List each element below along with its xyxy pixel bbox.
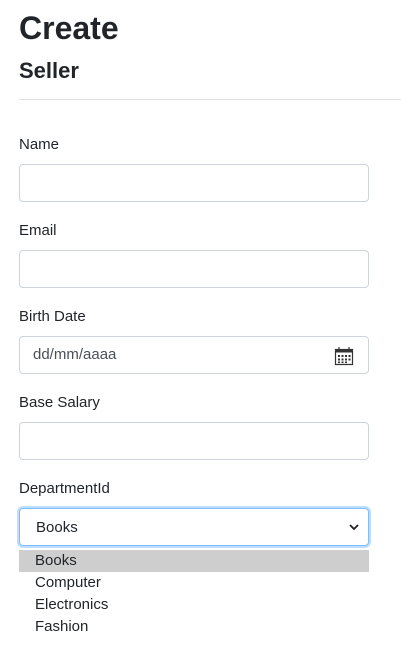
birth-date-label: Birth Date (19, 308, 86, 325)
dropdown-option[interactable]: Fashion (19, 616, 369, 638)
birth-date-placeholder: dd/mm/aaaa (33, 346, 117, 363)
department-selected-value: Books (36, 519, 78, 536)
dropdown-option[interactable]: Books (19, 550, 369, 572)
name-input[interactable] (19, 164, 369, 202)
dropdown-option[interactable]: Electronics (19, 594, 369, 616)
name-label: Name (19, 136, 60, 153)
dropdown-option[interactable]: Computer (19, 572, 369, 594)
department-select[interactable]: Books (19, 508, 369, 546)
create-seller-page: Create Seller Name Email Birth Date dd/m… (0, 0, 401, 667)
department-dropdown: Books Computer Electronics Fashion (19, 550, 369, 638)
divider (19, 99, 401, 100)
base-salary-input[interactable] (19, 422, 369, 460)
birth-date-input[interactable]: dd/mm/aaaa (19, 336, 369, 374)
page-subtitle: Seller (19, 58, 79, 83)
chevron-down-icon (349, 524, 359, 531)
base-salary-label: Base Salary (19, 394, 100, 411)
calendar-icon[interactable] (334, 346, 354, 366)
page-title: Create (19, 10, 119, 46)
email-input[interactable] (19, 250, 369, 288)
department-label: DepartmentId (19, 480, 110, 497)
email-label: Email (19, 222, 57, 239)
